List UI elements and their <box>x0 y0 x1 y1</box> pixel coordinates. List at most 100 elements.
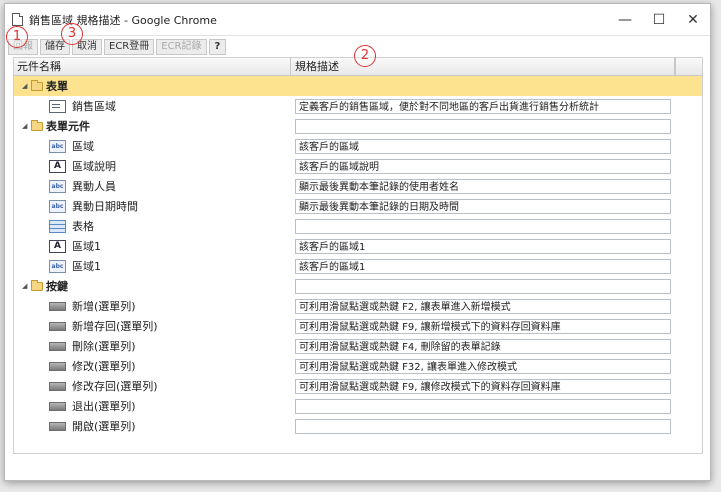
group-cell: ◢ 按鍵 <box>14 276 291 296</box>
component-label: 修改(選單列) <box>72 360 136 373</box>
annotation-marker-3: 3 <box>61 23 83 45</box>
button-icon <box>49 421 66 431</box>
spec-description-field[interactable]: 顯示最後異動本筆記錄的使用者姓名 <box>295 178 671 194</box>
spec-description-field[interactable]: 可利用滑鼠點選或熱鍵 F2, 讓表單進入新增模式 <box>295 298 671 314</box>
component-row[interactable]: 新增存回(選單列) 可利用滑鼠點選或熱鍵 F9, 讓新增模式下的資料存回資料庫 <box>14 316 702 336</box>
component-row[interactable]: abc 異動人員 顯示最後異動本筆記錄的使用者姓名 <box>14 176 702 196</box>
group-spec-cell <box>291 116 675 136</box>
group-cell: ◢ 表單 <box>14 76 291 96</box>
close-button[interactable]: ✕ <box>676 4 710 35</box>
component-label: 開啟(選單列) <box>72 420 136 433</box>
textbox-icon: abc <box>49 259 66 273</box>
textbox-icon: abc <box>49 179 66 193</box>
maximize-button[interactable]: ☐ <box>642 4 676 35</box>
spec-description-field[interactable] <box>295 418 671 434</box>
group-desc-field[interactable] <box>295 79 671 94</box>
group-spec-cell <box>291 276 675 296</box>
minimize-button[interactable]: — <box>608 4 642 35</box>
component-row[interactable]: 表格 <box>14 216 702 236</box>
component-row[interactable]: 銷售區域 定義客戶的銷售區域，便於對不同地區的客戶出貨進行銷售分析統計 <box>14 96 702 116</box>
component-row[interactable]: 退出(選單列) <box>14 396 702 416</box>
component-cell: 開啟(選單列) <box>14 416 291 436</box>
spec-description-field[interactable] <box>295 218 671 234</box>
group-desc-field[interactable] <box>295 118 671 134</box>
group-label: 按鍵 <box>46 280 68 293</box>
spec-cell: 顯示最後異動本筆記錄的日期及時間 <box>291 196 675 216</box>
title-bar: 銷售區域 規格描述 - Google Chrome — ☐ ✕ <box>5 4 710 36</box>
spec-description-field[interactable]: 該客戶的區域1 <box>295 258 671 274</box>
component-label: 修改存回(選單列) <box>72 380 158 393</box>
spec-description-field[interactable] <box>295 398 671 414</box>
spec-cell: 該客戶的區域1 <box>291 236 675 256</box>
component-row[interactable]: 刪除(選單列) 可利用滑鼠點選或熱鍵 F4, 刪除留的表單記錄 <box>14 336 702 356</box>
collapse-arrow-icon[interactable]: ◢ <box>22 282 28 290</box>
spec-cell <box>291 396 675 416</box>
button-icon <box>49 341 66 351</box>
group-desc-field[interactable] <box>295 278 671 294</box>
group-label: 表單 <box>46 80 68 93</box>
spec-cell: 可利用滑鼠點選或熱鍵 F32, 讓表單進入修改模式 <box>291 356 675 376</box>
window-title: 銷售區域 規格描述 - Google Chrome <box>29 13 217 27</box>
column-header-spec[interactable]: 規格描述 <box>291 58 675 75</box>
spec-cell: 可利用滑鼠點選或熱鍵 F9, 讓修改模式下的資料存回資料庫 <box>291 376 675 396</box>
spec-description-field[interactable]: 可利用滑鼠點選或熱鍵 F9, 讓新增模式下的資料存回資料庫 <box>295 318 671 334</box>
ecr-register-button[interactable]: ECR登冊 <box>104 39 155 55</box>
spec-cell: 該客戶的區域1 <box>291 256 675 276</box>
annotation-marker-2: 2 <box>354 45 376 67</box>
spec-description-field[interactable]: 該客戶的區域 <box>295 138 671 154</box>
component-cell: abc 異動人員 <box>14 176 291 196</box>
group-spec-cell <box>291 76 675 96</box>
help-button[interactable]: ? <box>208 39 227 55</box>
component-row[interactable]: 修改(選單列) 可利用滑鼠點選或熱鍵 F32, 讓表單進入修改模式 <box>14 356 702 376</box>
component-label: 新增存回(選單列) <box>72 320 158 333</box>
button-icon <box>49 401 66 411</box>
folder-icon <box>31 79 43 91</box>
ecr-record-button[interactable]: ECR記錄 <box>156 39 207 55</box>
component-row[interactable]: abc 區域 該客戶的區域 <box>14 136 702 156</box>
component-row[interactable]: 新增(選單列) 可利用滑鼠點選或熱鍵 F2, 讓表單進入新增模式 <box>14 296 702 316</box>
table-icon <box>49 219 66 233</box>
component-cell: abc 區域 <box>14 136 291 156</box>
spec-description-field[interactable]: 定義客戶的銷售區域，便於對不同地區的客戶出貨進行銷售分析統計 <box>295 98 671 114</box>
component-cell: 修改(選單列) <box>14 356 291 376</box>
annotation-marker-1: 1 <box>6 26 28 48</box>
button-icon <box>49 381 66 391</box>
button-icon <box>49 321 66 331</box>
collapse-arrow-icon[interactable]: ◢ <box>22 122 28 130</box>
component-row[interactable]: abc 異動日期時間 顯示最後異動本筆記錄的日期及時間 <box>14 196 702 216</box>
spec-cell: 可利用滑鼠點選或熱鍵 F9, 讓新增模式下的資料存回資料庫 <box>291 316 675 336</box>
collapse-arrow-icon[interactable]: ◢ <box>22 82 28 90</box>
spec-cell: 該客戶的區域說明 <box>291 156 675 176</box>
group-row[interactable]: ◢ 表單元件 <box>14 116 702 136</box>
spec-cell: 可利用滑鼠點選或熱鍵 F4, 刪除留的表單記錄 <box>291 336 675 356</box>
label-icon: A <box>49 159 66 173</box>
group-row[interactable]: ◢ 按鍵 <box>14 276 702 296</box>
spec-description-field[interactable]: 顯示最後異動本筆記錄的日期及時間 <box>295 198 671 214</box>
textbox-icon: abc <box>49 199 66 213</box>
grid-body: ◢ 表單 銷售區域 定義客戶的銷售區域，便於對不同地區的客戶出貨進行銷售分析統計 ◢ 表單… <box>14 76 702 436</box>
component-cell: abc 區域1 <box>14 256 291 276</box>
spec-description-field[interactable]: 可利用滑鼠點選或熱鍵 F4, 刪除留的表單記錄 <box>295 338 671 354</box>
spec-description-field[interactable]: 該客戶的區域說明 <box>295 158 671 174</box>
component-row[interactable]: 開啟(選單列) <box>14 416 702 436</box>
textbox-icon: abc <box>49 139 66 153</box>
spec-description-field[interactable]: 該客戶的區域1 <box>295 238 671 254</box>
group-row[interactable]: ◢ 表單 <box>14 76 702 96</box>
component-cell: 表格 <box>14 216 291 236</box>
component-label: 退出(選單列) <box>72 400 136 413</box>
group-label: 表單元件 <box>46 120 90 133</box>
spec-description-field[interactable]: 可利用滑鼠點選或熱鍵 F32, 讓表單進入修改模式 <box>295 358 671 374</box>
form-icon <box>49 99 66 113</box>
column-header-component[interactable]: 元件名稱 <box>14 58 291 75</box>
component-cell: 修改存回(選單列) <box>14 376 291 396</box>
component-label: 區域說明 <box>72 160 116 173</box>
spec-cell: 顯示最後異動本筆記錄的使用者姓名 <box>291 176 675 196</box>
component-row[interactable]: 修改存回(選單列) 可利用滑鼠點選或熱鍵 F9, 讓修改模式下的資料存回資料庫 <box>14 376 702 396</box>
component-label: 異動日期時間 <box>72 200 138 213</box>
spec-description-field[interactable]: 可利用滑鼠點選或熱鍵 F9, 讓修改模式下的資料存回資料庫 <box>295 378 671 394</box>
component-row[interactable]: A 區域說明 該客戶的區域說明 <box>14 156 702 176</box>
spec-cell <box>291 416 675 436</box>
component-row[interactable]: A 區域1 該客戶的區域1 <box>14 236 702 256</box>
component-row[interactable]: abc 區域1 該客戶的區域1 <box>14 256 702 276</box>
component-label: 銷售區域 <box>72 100 116 113</box>
